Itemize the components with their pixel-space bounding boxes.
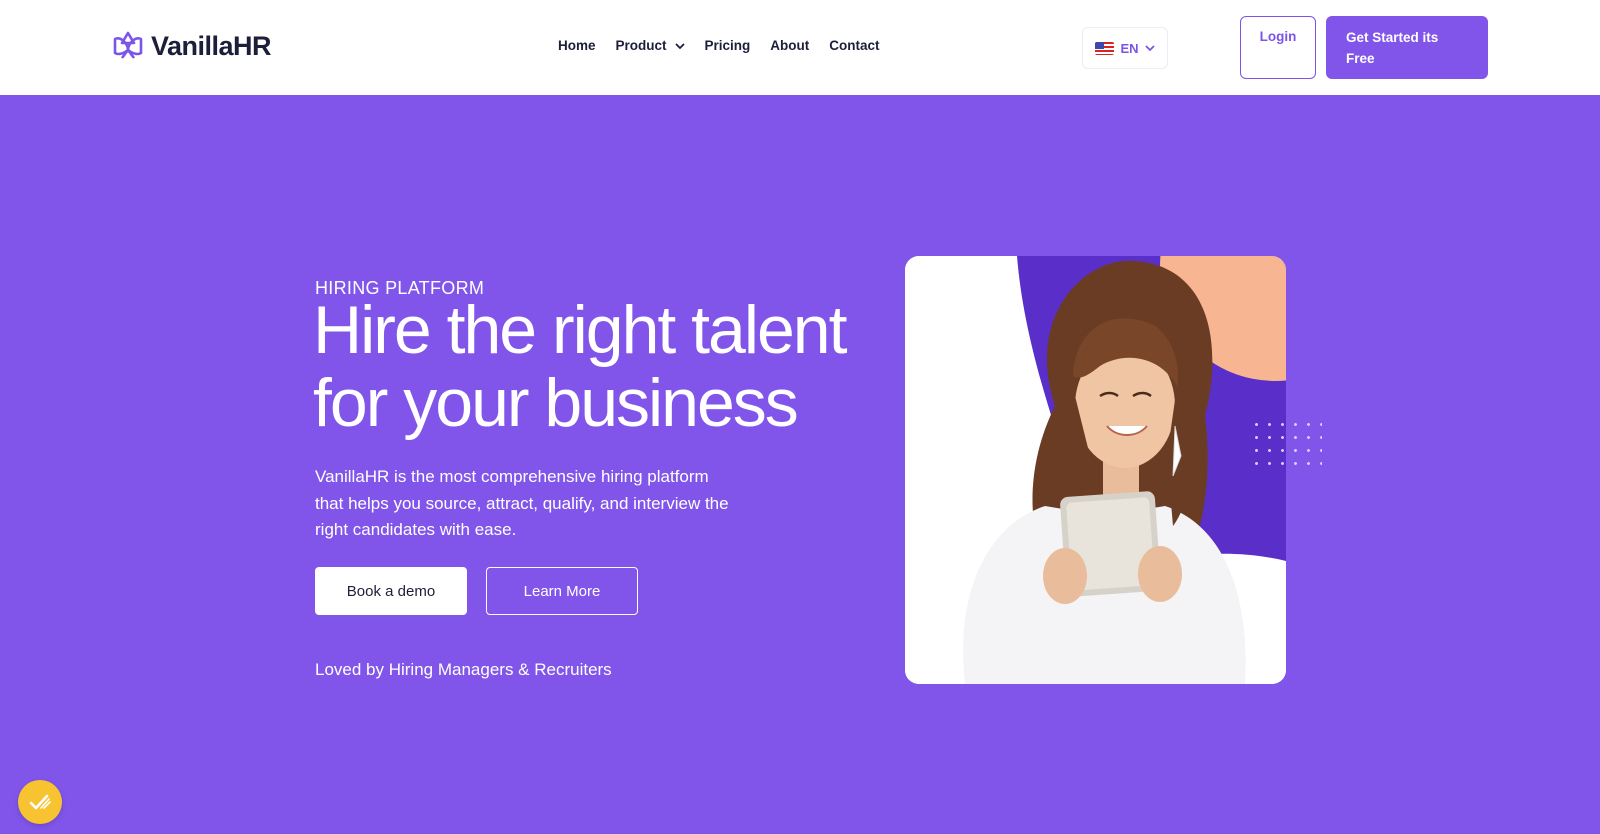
- book-demo-button[interactable]: Book a demo: [315, 567, 467, 615]
- woman-holding-tablet-photo: [905, 256, 1286, 684]
- social-proof-text: Loved by Hiring Managers & Recruiters: [315, 660, 612, 679]
- site-header: VanillaHR Home Product Pricing About Con…: [0, 0, 1600, 95]
- learn-more-button[interactable]: Learn More: [486, 567, 638, 615]
- hero-title-line-2: for your business: [313, 365, 799, 441]
- check-badge-icon: [29, 794, 51, 810]
- login-button[interactable]: Login: [1240, 16, 1316, 79]
- main-nav: Home Product Pricing About Contact: [558, 38, 880, 53]
- nav-product-label: Product: [615, 38, 667, 53]
- chevron-down-icon: [674, 42, 685, 49]
- floating-badge[interactable]: [18, 780, 62, 824]
- hero-description: VanillaHR is the most comprehensive hiri…: [315, 467, 729, 539]
- nav-product[interactable]: Product: [616, 38, 685, 53]
- us-flag-icon: [1095, 41, 1115, 55]
- brand-logo[interactable]: VanillaHR: [111, 30, 272, 62]
- nav-about[interactable]: About: [770, 38, 809, 53]
- language-selector[interactable]: EN: [1082, 27, 1168, 69]
- nav-home[interactable]: Home: [558, 38, 596, 53]
- knot-logo-icon: [113, 31, 143, 59]
- decorative-dots: [1250, 418, 1322, 474]
- nav-contact[interactable]: Contact: [829, 38, 879, 53]
- hero-title: Hire the right talent for your business: [313, 294, 893, 440]
- hero-image: [905, 256, 1286, 684]
- chevron-down-icon: [1144, 45, 1155, 52]
- get-started-button[interactable]: Get Started its Free: [1326, 16, 1488, 79]
- hero-title-line-1: Hire the right talent: [313, 292, 848, 368]
- language-code: EN: [1120, 40, 1139, 56]
- nav-pricing[interactable]: Pricing: [705, 38, 751, 53]
- brand-name: VanillaHR: [151, 30, 272, 61]
